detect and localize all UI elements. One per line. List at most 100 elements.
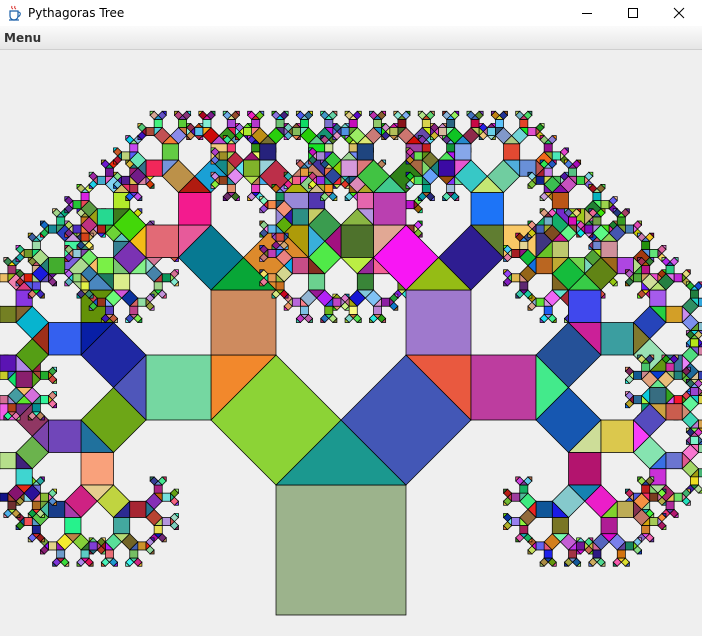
- menu-item-menu[interactable]: Menu: [0, 31, 45, 45]
- tree-square: [665, 500, 675, 510]
- tree-square: [673, 273, 683, 283]
- tree-square: [300, 305, 309, 315]
- minimize-button[interactable]: [564, 0, 610, 26]
- tree-square: [96, 175, 106, 185]
- tree-square: [616, 216, 626, 226]
- tree-square: [511, 492, 521, 502]
- tree-square: [0, 395, 9, 405]
- tree-square: [31, 525, 41, 535]
- tree-square: [72, 249, 82, 258]
- tree-square: [267, 273, 277, 283]
- tree-square: [665, 452, 683, 470]
- tree-square: [96, 224, 106, 234]
- tree-square: [161, 492, 171, 502]
- tree-square: [226, 184, 236, 193]
- tree-square: [137, 297, 147, 307]
- tree-square: [698, 468, 702, 478]
- tree-square: [324, 143, 334, 153]
- tree-square: [535, 175, 545, 185]
- tree-square: [324, 305, 334, 315]
- tree-square: [527, 127, 537, 136]
- tree-square: [15, 468, 33, 486]
- tree-square: [324, 184, 334, 193]
- tree-square: [80, 281, 90, 291]
- tree-square: [405, 289, 472, 356]
- tree-square: [56, 216, 66, 226]
- menu-bar: Menu: [0, 26, 702, 50]
- tree-square: [673, 492, 683, 502]
- tree-square: [96, 297, 106, 307]
- tree-square: [592, 549, 602, 559]
- tree-square: [218, 175, 228, 185]
- tree-square: [202, 119, 212, 128]
- tree-square: [48, 541, 57, 551]
- tree-square: [519, 281, 529, 291]
- tree-square: [592, 240, 602, 250]
- tree-square: [633, 395, 642, 405]
- tree-square: [88, 541, 98, 551]
- tree-square: [105, 305, 114, 315]
- tree-square: [446, 184, 456, 193]
- tree-square: [291, 127, 301, 136]
- tree-square: [275, 281, 285, 291]
- tree-square: [348, 119, 358, 128]
- close-button[interactable]: [656, 0, 702, 26]
- tree-square: [698, 370, 702, 380]
- tree-square: [72, 273, 82, 283]
- tree-square: [243, 159, 261, 177]
- tree-square: [31, 240, 41, 250]
- tree-square: [153, 281, 163, 291]
- tree-square: [0, 305, 17, 323]
- tree-square: [40, 395, 49, 405]
- tree-square: [348, 305, 358, 315]
- tree-square: [535, 297, 545, 307]
- tree-square: [145, 127, 155, 136]
- tree-square: [649, 289, 667, 307]
- tree-square: [698, 346, 702, 356]
- tree-square: [0, 354, 17, 372]
- tree-square: [413, 175, 423, 185]
- tree-square: [291, 257, 309, 275]
- tree-square: [129, 184, 139, 193]
- tree-square: [23, 273, 33, 283]
- tree-square: [267, 249, 277, 258]
- tree-square: [129, 500, 147, 518]
- tree-square: [80, 232, 90, 242]
- java-cup-icon: [6, 5, 22, 21]
- tree-square: [690, 289, 699, 299]
- maximize-button[interactable]: [610, 0, 656, 26]
- tree-square: [348, 143, 358, 153]
- tree-square: [80, 549, 90, 559]
- tree-square: [275, 119, 285, 128]
- tree-square: [381, 297, 391, 307]
- tree-square: [251, 143, 261, 153]
- tree-square: [178, 119, 187, 128]
- tree-square: [0, 370, 9, 380]
- tree-square: [690, 435, 699, 445]
- tree-square: [421, 143, 431, 153]
- tree-square: [438, 159, 456, 177]
- tree-square: [267, 224, 277, 234]
- tree-square: [113, 517, 131, 535]
- tree-square: [153, 119, 163, 128]
- tree-square: [641, 484, 651, 494]
- tree-square: [356, 143, 374, 161]
- tree-square: [40, 370, 49, 380]
- tree-square: [665, 403, 683, 421]
- tree-square: [300, 167, 309, 177]
- tree-square: [438, 127, 447, 136]
- tree-square: [389, 127, 399, 136]
- tree-square: [673, 370, 683, 380]
- tree-square: [405, 200, 415, 210]
- tree-square: [0, 273, 9, 283]
- tree-square: [543, 305, 553, 315]
- tree-square: [121, 151, 131, 161]
- tree-square: [373, 119, 382, 128]
- tree-square: [690, 338, 699, 348]
- tree-square: [7, 265, 17, 275]
- tree-square: [0, 492, 9, 502]
- tree-square: [665, 362, 675, 372]
- tree-square: [113, 273, 131, 291]
- tree-square: [454, 143, 472, 161]
- tree-square: [129, 305, 139, 315]
